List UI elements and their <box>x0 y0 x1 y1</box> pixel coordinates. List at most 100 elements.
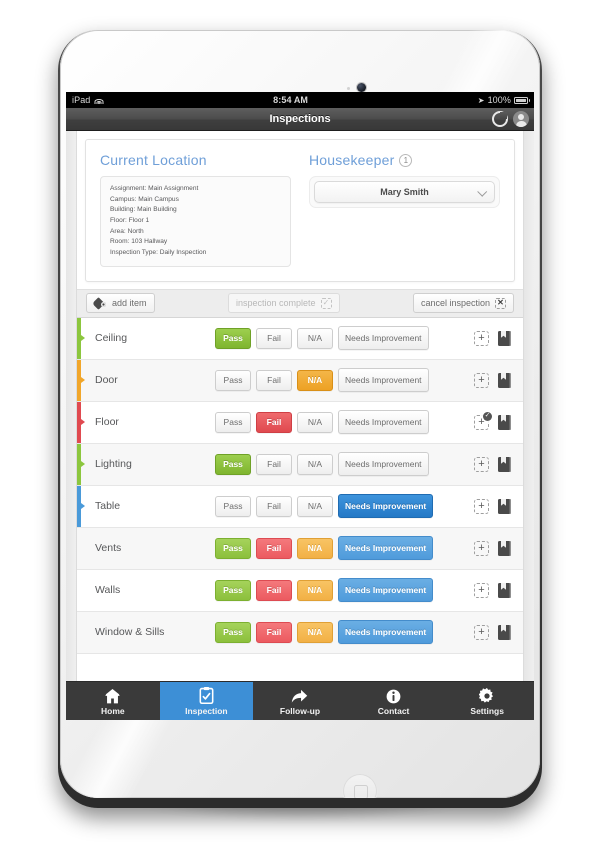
rating-button-fail-window-sills[interactable]: Fail <box>256 621 292 643</box>
tab-contact[interactable]: Contact <box>347 682 441 720</box>
rating-button-pass-window-sills[interactable]: Pass <box>215 621 251 643</box>
content-panel: Current Location Assignment: Main Assign… <box>77 131 523 720</box>
location-detail-assignment: Assignment: Main Assignment <box>110 185 199 192</box>
row-rating-buttons: Pass Fail N/A Needs Improvement <box>215 620 434 645</box>
housekeeper-select[interactable]: Mary Smith <box>314 181 495 203</box>
table-row: Door Pass Fail N/A Needs Improvement + <box>77 359 523 402</box>
ipad-screen: iPad 8:54 AM ➤ 100% Inspections Current … <box>66 92 534 720</box>
row-rating-buttons: Pass Fail N/A Needs Improvement <box>215 578 434 603</box>
rating-button-pass-lighting[interactable]: Pass <box>215 453 251 475</box>
rating-button-na-window-sills[interactable]: N/A <box>297 621 333 643</box>
plus-icon[interactable]: + <box>474 540 489 556</box>
rating-button-ni-door[interactable]: Needs Improvement <box>338 368 429 393</box>
left-gutter <box>66 131 77 720</box>
row-label-vents: Vents <box>95 542 122 555</box>
rating-button-ni-floor[interactable]: Needs Improvement <box>338 410 429 435</box>
header-card: Current Location Assignment: Main Assign… <box>85 139 515 282</box>
bottom-tab-bar: Home Inspection Follow-up Contact Settings <box>66 681 534 720</box>
book-icon[interactable] <box>498 456 511 472</box>
row-actions: + <box>474 540 523 556</box>
row-status-arrow-icon <box>81 376 85 383</box>
rating-button-na-table[interactable]: N/A <box>297 495 333 517</box>
table-row: Vents Pass Fail N/A Needs Improvement + <box>77 527 523 570</box>
rating-button-fail-table[interactable]: Fail <box>256 495 292 517</box>
housekeeper-heading-label: Housekeeper <box>309 152 395 168</box>
plus-icon[interactable]: + <box>474 624 489 640</box>
plus-icon[interactable]: + <box>474 372 489 388</box>
wifi-icon <box>94 96 104 104</box>
rating-button-ni-ceiling[interactable]: Needs Improvement <box>338 326 429 351</box>
rating-button-fail-lighting[interactable]: Fail <box>256 453 292 475</box>
plus-icon[interactable]: + <box>474 498 489 514</box>
row-label-table: Table <box>95 500 121 513</box>
rating-button-na-lighting[interactable]: N/A <box>297 453 333 475</box>
rating-button-ni-vents[interactable]: Needs Improvement <box>338 536 434 561</box>
row-status-arrow-icon <box>81 418 85 425</box>
rating-button-pass-table[interactable]: Pass <box>215 495 251 517</box>
tab-settings[interactable]: Settings <box>440 682 534 720</box>
rating-button-pass-vents[interactable]: Pass <box>215 537 251 559</box>
check-badge-icon: ✓ <box>483 411 492 421</box>
rating-button-ni-window-sills[interactable]: Needs Improvement <box>338 620 434 645</box>
rating-button-fail-floor[interactable]: Fail <box>256 411 292 433</box>
row-label-lighting: Lighting <box>95 458 132 471</box>
rating-button-na-walls[interactable]: N/A <box>297 579 333 601</box>
book-icon[interactable] <box>498 372 511 388</box>
status-bar-right: ➤ 100% <box>478 95 530 105</box>
table-row: Table Pass Fail N/A Needs Improvement + <box>77 485 523 528</box>
chevron-down-icon <box>477 186 488 197</box>
inspection-complete-button[interactable]: inspection complete ✓ <box>227 293 340 314</box>
book-icon[interactable] <box>498 624 511 640</box>
rating-button-fail-door[interactable]: Fail <box>256 369 292 391</box>
rating-button-fail-walls[interactable]: Fail <box>256 579 292 601</box>
rating-button-na-ceiling[interactable]: N/A <box>297 327 333 349</box>
row-actions: + <box>474 582 523 598</box>
rating-button-na-vents[interactable]: N/A <box>297 537 333 559</box>
plus-icon[interactable]: + <box>474 582 489 598</box>
rating-button-pass-walls[interactable]: Pass <box>215 579 251 601</box>
rating-button-ni-lighting[interactable]: Needs Improvement <box>338 452 429 477</box>
info-icon <box>386 687 401 704</box>
rating-button-fail-vents[interactable]: Fail <box>256 537 292 559</box>
rating-button-na-door[interactable]: N/A <box>297 369 333 391</box>
row-rating-buttons: Pass Fail N/A Needs Improvement <box>215 536 434 561</box>
check-icon: ✓ <box>320 297 332 309</box>
housekeeper-selected-value: Mary Smith <box>380 187 429 197</box>
tab-follow-up[interactable]: Follow-up <box>253 682 347 720</box>
plus-icon[interactable]: + ✓ <box>474 411 492 430</box>
person-icon[interactable] <box>513 111 529 127</box>
inspection-toolbar: add item inspection complete ✓ cancel in… <box>77 288 523 318</box>
book-icon[interactable] <box>498 414 511 430</box>
book-icon[interactable] <box>498 498 511 514</box>
location-detail-area: Area: North <box>110 227 144 235</box>
plus-icon[interactable]: + <box>474 456 489 472</box>
row-rating-buttons: Pass Fail N/A Needs Improvement <box>215 410 429 435</box>
rating-button-na-floor[interactable]: N/A <box>297 411 333 433</box>
tab-inspection[interactable]: Inspection <box>159 682 254 720</box>
row-rating-buttons: Pass Fail N/A Needs Improvement <box>215 368 429 393</box>
rating-button-pass-door[interactable]: Pass <box>215 369 251 391</box>
book-icon[interactable] <box>498 582 511 598</box>
refresh-icon[interactable] <box>492 111 508 127</box>
status-bar: iPad 8:54 AM ➤ 100% <box>66 92 534 108</box>
rating-button-pass-ceiling[interactable]: Pass <box>215 327 251 349</box>
row-actions: + <box>474 498 523 514</box>
housekeeper-select-wrapper: Mary Smith <box>309 176 500 208</box>
tab-home[interactable]: Home <box>66 682 160 720</box>
add-item-button[interactable]: add item <box>86 293 155 314</box>
current-location-heading: Current Location <box>100 152 207 168</box>
book-icon[interactable] <box>498 540 511 556</box>
cancel-inspection-button[interactable]: cancel inspection ✕ <box>412 293 514 314</box>
row-actions: + <box>474 624 523 640</box>
plus-icon[interactable]: + <box>474 330 489 346</box>
book-icon[interactable] <box>498 330 511 346</box>
right-gutter <box>523 131 534 720</box>
page-title: Inspections <box>269 113 331 125</box>
row-label-ceiling: Ceiling <box>95 332 128 345</box>
rating-button-fail-ceiling[interactable]: Fail <box>256 327 292 349</box>
home-button[interactable] <box>343 774 377 798</box>
rating-button-ni-table[interactable]: Needs Improvement <box>338 494 434 519</box>
rating-button-pass-floor[interactable]: Pass <box>215 411 251 433</box>
rating-button-ni-walls[interactable]: Needs Improvement <box>338 578 434 603</box>
front-camera <box>357 83 366 92</box>
